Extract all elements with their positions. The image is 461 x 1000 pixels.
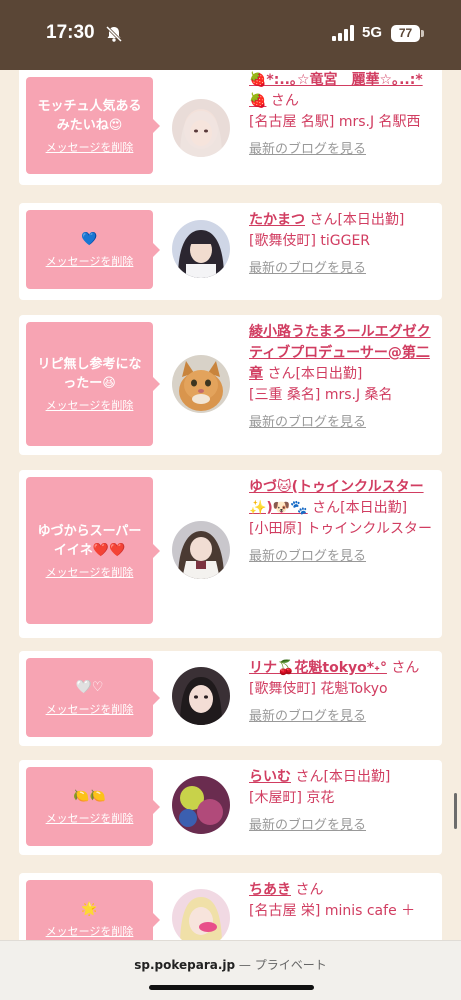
working-today-badge: [本日出勤] — [295, 366, 363, 382]
list-item: 🍋🍋 メッセージを削除 らいむ さん[本日出勤] [木屋町] 京花 最新のブログ… — [19, 760, 442, 855]
list-item: ゆづからスーパーイイネ❤️❤️ メッセージを削除 ゆづ🐱(トゥインクルスター✨)… — [19, 470, 442, 638]
signal-icon — [332, 25, 354, 41]
shop-detail: [歌舞伎町] tiGGER — [249, 233, 371, 249]
bell-muted-icon — [105, 25, 123, 43]
honorific: さん — [312, 500, 341, 516]
scrollbar[interactable] — [454, 793, 457, 829]
message-bubble: 🤍♡ メッセージを削除 — [26, 658, 160, 737]
avatar[interactable] — [172, 667, 230, 725]
message-bubble: ゆづからスーパーイイネ❤️❤️ メッセージを削除 — [26, 477, 160, 624]
list-item: 🌟 メッセージを削除 ちあき さん [名古屋 栄] minis cafe ＋ — [19, 873, 442, 940]
message-text: リピ無し参考になったー😆 — [37, 357, 142, 391]
browser-url-bar[interactable]: sp.pokepara.jp — プライベート — [0, 940, 461, 1000]
private-mode-label: プライベート — [254, 958, 327, 972]
honorific: さん — [391, 660, 420, 676]
delete-message-link[interactable]: メッセージを削除 — [46, 923, 134, 939]
latest-blog-link[interactable]: 最新のブログを見る — [249, 258, 437, 279]
message-bubble: 🍋🍋 メッセージを削除 — [26, 767, 160, 846]
cast-name-link[interactable]: リナ🍒花魁tokyo*˖° — [249, 660, 387, 676]
delete-message-link[interactable]: メッセージを削除 — [46, 701, 134, 717]
message-text: モッチュ人気あるみたいね😍 — [37, 98, 142, 133]
avatar[interactable] — [172, 355, 230, 413]
message-text: 🌟 — [81, 902, 98, 917]
shop-detail: [歌舞伎町] 花魁Tokyo — [249, 681, 388, 697]
url-display[interactable]: sp.pokepara.jp — プライベート — [0, 956, 461, 973]
cast-name-link[interactable]: たかまつ — [249, 212, 305, 228]
working-today-badge: [本日出勤] — [340, 500, 408, 516]
list-item: リピ無し参考になったー😆 メッセージを削除 綾小路うたまろールエグゼクティブプロ… — [19, 315, 442, 455]
latest-blog-link[interactable]: 最新のブログを見る — [249, 139, 437, 160]
working-today-badge: [本日出勤] — [337, 212, 405, 228]
delete-message-link[interactable]: メッセージを削除 — [46, 564, 134, 580]
avatar[interactable] — [172, 889, 230, 940]
avatar[interactable] — [172, 521, 230, 579]
honorific: さん — [295, 882, 324, 898]
battery-tip — [421, 30, 424, 37]
message-bubble: 💙 メッセージを削除 — [26, 210, 160, 289]
home-indicator[interactable] — [149, 985, 314, 990]
honorific: さん — [309, 212, 338, 228]
cast-name-link[interactable]: らいむ — [249, 769, 291, 785]
working-today-badge: [本日出勤] — [323, 769, 391, 785]
message-bubble: リピ無し参考になったー😆 メッセージを削除 — [26, 322, 160, 446]
cast-name-link[interactable]: ちあき — [249, 882, 291, 898]
message-text: 💙 — [81, 232, 98, 247]
avatar[interactable] — [172, 220, 230, 278]
status-time: 17:30 — [46, 22, 95, 43]
status-bar: 17:30 5G 77 — [0, 0, 461, 70]
latest-blog-link[interactable]: 最新のブログを見る — [249, 546, 437, 567]
delete-message-link[interactable]: メッセージを削除 — [46, 397, 134, 413]
message-text: 🤍♡ — [75, 680, 104, 695]
shop-detail: [名古屋 名駅] mrs.J 名駅西 — [249, 114, 421, 130]
delete-message-link[interactable]: メッセージを削除 — [46, 253, 134, 269]
message-text: ゆづからスーパーイイネ❤️❤️ — [37, 523, 142, 558]
list-item: モッチュ人気あるみたいね😍 メッセージを削除 🍓*:..｡☆竜宮 麗華☆｡..:… — [19, 70, 442, 185]
url-separator: — — [235, 958, 255, 972]
network-type: 5G — [362, 24, 383, 41]
shop-detail: [名古屋 栄] minis cafe ＋ — [249, 903, 416, 919]
list-item: 💙 メッセージを削除 たかまつ さん[本日出勤] [歌舞伎町] tiGGER 最… — [19, 203, 442, 300]
shop-detail: [小田原] トゥインクルスター — [249, 521, 432, 537]
message-bubble: 🌟 メッセージを削除 — [26, 880, 160, 940]
shop-detail: [木屋町] 京花 — [249, 790, 335, 806]
latest-blog-link[interactable]: 最新のブログを見る — [249, 412, 437, 433]
delete-message-link[interactable]: メッセージを削除 — [46, 810, 134, 826]
latest-blog-link[interactable]: 最新のブログを見る — [249, 815, 437, 836]
honorific: さん — [267, 366, 296, 382]
battery-icon: 77 — [391, 25, 420, 42]
delete-message-link[interactable]: メッセージを削除 — [46, 139, 134, 155]
message-bubble: モッチュ人気あるみたいね😍 メッセージを削除 — [26, 77, 160, 174]
honorific: さん — [270, 93, 299, 109]
avatar[interactable] — [172, 776, 230, 834]
avatar[interactable] — [172, 99, 230, 157]
list-item: 🤍♡ メッセージを削除 リナ🍒花魁tokyo*˖° さん [歌舞伎町] 花魁To… — [19, 651, 442, 746]
latest-blog-link[interactable]: 最新のブログを見る — [249, 706, 437, 727]
message-feed[interactable]: モッチュ人気あるみたいね😍 メッセージを削除 🍓*:..｡☆竜宮 麗華☆｡..:… — [0, 70, 461, 940]
honorific: さん — [295, 769, 324, 785]
url-host: sp.pokepara.jp — [134, 958, 236, 972]
message-text: 🍋🍋 — [73, 789, 106, 804]
shop-detail: [三重 桑名] mrs.J 桑名 — [249, 387, 393, 403]
